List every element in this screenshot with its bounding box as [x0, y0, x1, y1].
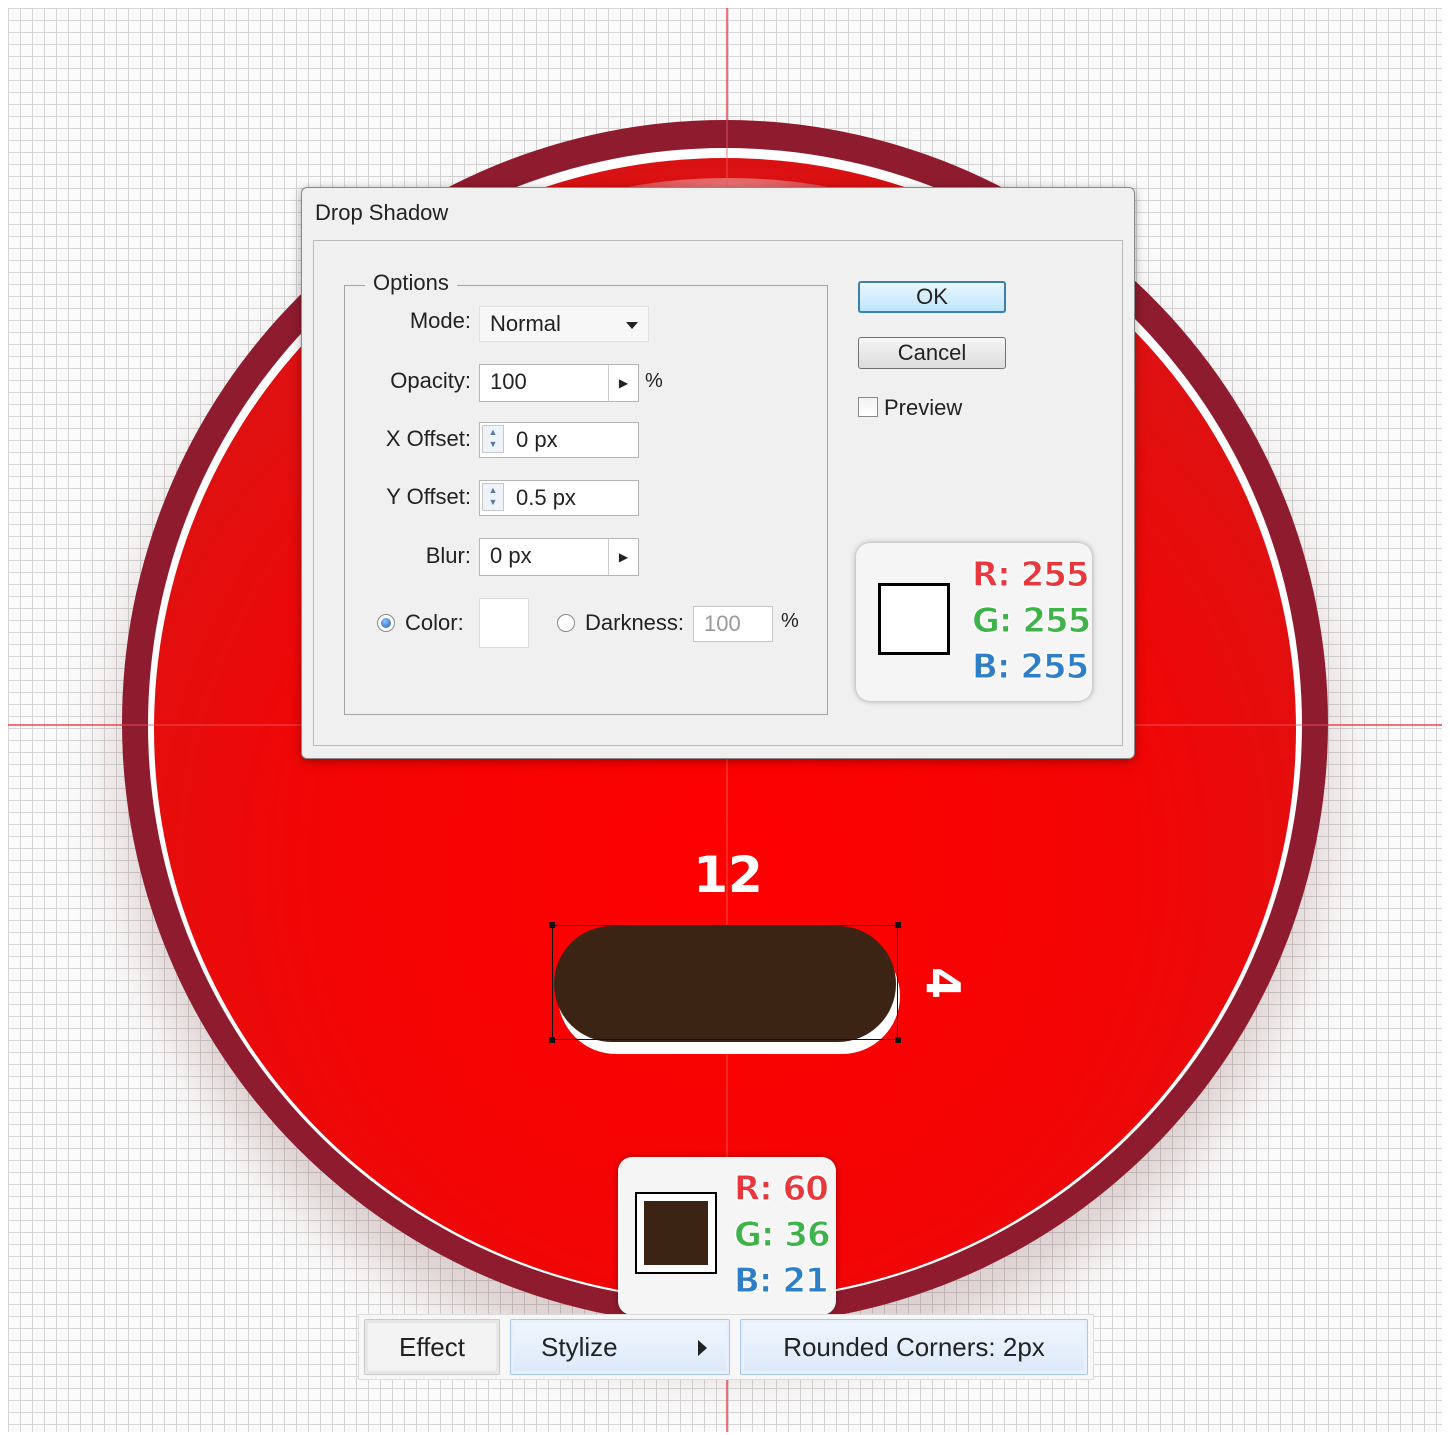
- blur-value: 0 px: [490, 543, 532, 568]
- blur-label: Blur:: [425, 543, 471, 568]
- x-offset-field[interactable]: ▲ ▼ 0 px: [479, 422, 639, 458]
- ok-button[interactable]: OK: [858, 281, 1006, 313]
- menu-stylize-label: Stylize: [541, 1332, 618, 1362]
- blur-field[interactable]: 0 px ▶: [479, 538, 639, 576]
- darkness-label: Darkness:: [585, 610, 685, 635]
- fill-color-card: R: 60 G: 36 B: 21: [618, 1157, 836, 1315]
- opacity-popup-arrow-icon[interactable]: ▶: [608, 365, 638, 401]
- color-swatch-button[interactable]: [479, 598, 529, 648]
- fill-blue-value: B: 21: [734, 1261, 830, 1302]
- fill-green-value: G: 36: [734, 1215, 832, 1256]
- darkness-value: 100: [704, 611, 741, 636]
- y-offset-label: Y Offset:: [386, 484, 471, 509]
- x-offset-stepper-icon[interactable]: ▲ ▼: [482, 425, 504, 453]
- shadow-blue-value: B: 255: [971, 647, 1089, 688]
- x-offset-value: 0 px: [516, 427, 558, 452]
- y-offset-value: 0.5 px: [516, 485, 576, 510]
- selection-handle[interactable]: [549, 1037, 555, 1043]
- opacity-value: 100: [490, 369, 527, 394]
- dialog-title: Drop Shadow: [315, 200, 449, 225]
- dialog-body: Options Mode: Normal Opacity: 100 ▶ % X …: [313, 240, 1123, 746]
- darkness-field: 100: [693, 606, 773, 642]
- color-label: Color:: [405, 610, 464, 635]
- fill-color-swatch: [640, 1197, 712, 1269]
- selection-handle[interactable]: [549, 922, 555, 928]
- preview-checkbox[interactable]: [858, 397, 878, 417]
- y-offset-field[interactable]: ▲ ▼ 0.5 px: [479, 480, 639, 516]
- menu-stylize[interactable]: Stylize: [510, 1319, 730, 1375]
- radio-selected-dot: [381, 618, 391, 628]
- mode-select[interactable]: Normal: [479, 306, 649, 342]
- height-dimension-label: 4: [916, 966, 970, 999]
- mode-value: Normal: [490, 311, 561, 336]
- selection-handle[interactable]: [895, 1037, 901, 1043]
- blur-popup-arrow-icon[interactable]: ▶: [608, 539, 638, 575]
- selection-handle[interactable]: [895, 922, 901, 928]
- opacity-unit: %: [645, 370, 663, 392]
- shadow-red-value: R: 255: [972, 555, 1091, 596]
- width-dimension-label: 12: [693, 846, 763, 904]
- opacity-label: Opacity:: [390, 368, 471, 393]
- options-group: Options Mode: Normal Opacity: 100 ▶ % X …: [344, 270, 828, 715]
- cancel-button[interactable]: Cancel: [858, 337, 1006, 369]
- fill-red-value: R: 60: [734, 1169, 830, 1210]
- x-offset-label: X Offset:: [385, 426, 471, 451]
- preview-label: Preview: [884, 395, 963, 420]
- y-offset-stepper-icon[interactable]: ▲ ▼: [482, 483, 504, 511]
- menu-rounded-corners[interactable]: Rounded Corners: 2px: [740, 1319, 1088, 1375]
- selection-bounding-box[interactable]: [549, 922, 901, 1043]
- opacity-field[interactable]: 100 ▶: [479, 364, 639, 402]
- darkness-radio[interactable]: [557, 614, 575, 632]
- color-radio[interactable]: [377, 614, 395, 632]
- darkness-unit: %: [781, 610, 799, 632]
- shadow-color-swatch: [878, 583, 950, 655]
- options-legend: Options: [365, 270, 457, 296]
- mode-label: Mode:: [409, 308, 471, 333]
- chevron-down-icon[interactable]: [626, 322, 638, 329]
- shadow-green-value: G: 255: [971, 601, 1091, 642]
- submenu-arrow-icon: [698, 1340, 707, 1356]
- shadow-color-card: R: 255 G: 255 B: 255: [856, 543, 1092, 701]
- drop-shadow-dialog: Drop Shadow Options Mode: Normal Opacity…: [301, 187, 1135, 759]
- menu-effect[interactable]: Effect: [364, 1319, 500, 1375]
